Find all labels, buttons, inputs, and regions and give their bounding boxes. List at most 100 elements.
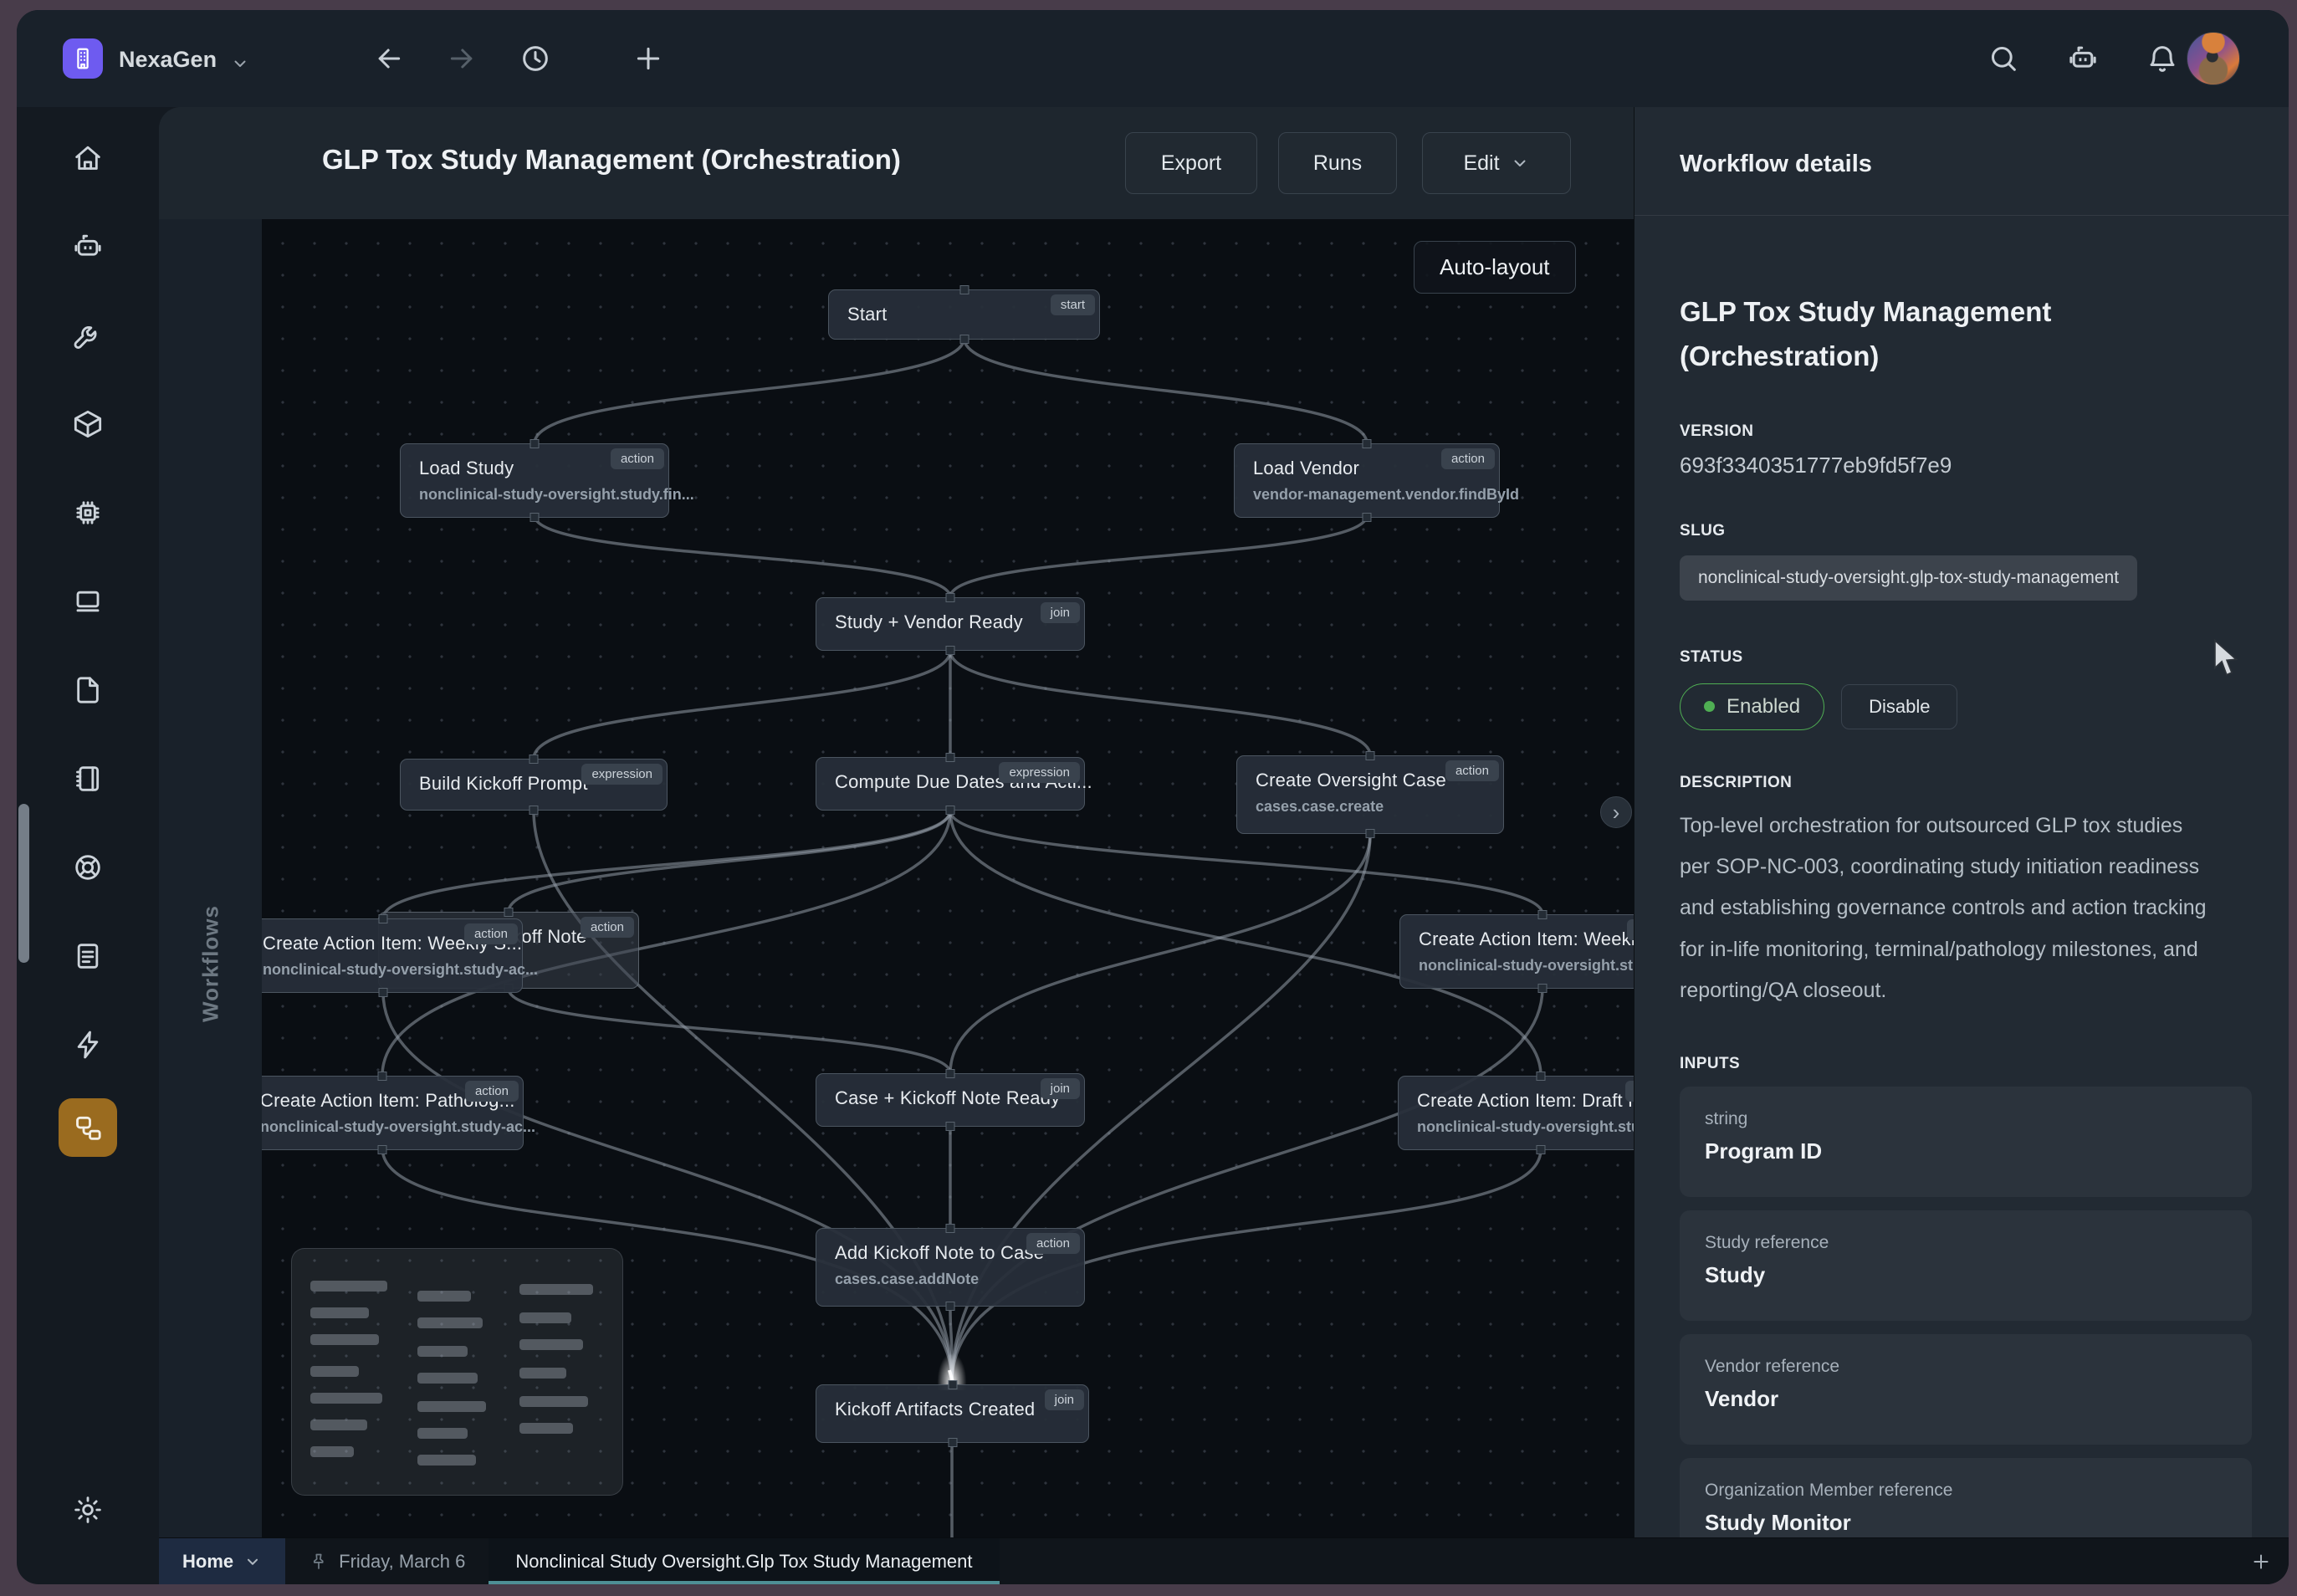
sidebar-item-settings[interactable] <box>59 1481 117 1539</box>
node-handle[interactable] <box>529 755 539 764</box>
chevron-down-icon[interactable] <box>230 54 250 74</box>
node-title: Create Action Item: Weekly S... <box>1419 928 1634 950</box>
sidebar-item-files[interactable] <box>59 661 117 719</box>
tab-active-workflow[interactable]: Nonclinical Study Oversight.Glp Tox Stud… <box>489 1538 999 1584</box>
node-handle[interactable] <box>946 1069 955 1078</box>
node-type-badge: action <box>581 917 634 938</box>
node-handle[interactable] <box>946 646 955 655</box>
node-handle[interactable] <box>948 1438 957 1447</box>
sidebar-item-compute[interactable] <box>59 483 117 542</box>
org-logo-icon[interactable] <box>63 38 103 79</box>
node-handle[interactable] <box>504 908 514 917</box>
workflow-node-create-case[interactable]: Create Oversight Casecases.case.createac… <box>1236 755 1504 834</box>
skeleton-bar <box>519 1423 573 1434</box>
sidebar-item-packages[interactable] <box>59 395 117 453</box>
workflow-node-load-study[interactable]: Load Studynonclinical-study-oversight.st… <box>400 443 669 518</box>
chevron-down-icon <box>243 1553 262 1571</box>
tab-home[interactable]: Home <box>159 1538 285 1584</box>
node-type-badge: action <box>1445 760 1499 781</box>
edit-button[interactable]: Edit <box>1422 132 1571 194</box>
node-handle[interactable] <box>1537 1145 1546 1154</box>
node-handle[interactable] <box>946 753 955 762</box>
node-handle[interactable] <box>379 988 388 997</box>
workflow-node-build-kickoff[interactable]: Build Kickoff Promptexpression <box>400 759 668 811</box>
app-window: NexaGen <box>17 10 2289 1584</box>
org-switcher[interactable]: NexaGen <box>119 47 217 73</box>
node-handle[interactable] <box>948 1380 957 1389</box>
workflow-node-join-case[interactable]: Case + Kickoff Note Readyjoin <box>816 1073 1085 1127</box>
workflow-node-join-ready[interactable]: Study + Vendor Readyjoin <box>816 597 1085 651</box>
sidebar <box>17 107 159 1537</box>
workflow-node-weekly-right[interactable]: Create Action Item: Weekly S... nonclinic… <box>1399 914 1634 989</box>
node-handle[interactable] <box>1366 829 1375 838</box>
sidebar-item-documents[interactable] <box>59 927 117 985</box>
node-handle[interactable] <box>946 1224 955 1233</box>
sidebar-item-automations[interactable] <box>59 1015 117 1074</box>
node-subtitle: nonclinical-study-oversight.study-ac... <box>1419 957 1634 974</box>
node-handle[interactable] <box>1363 439 1372 448</box>
node-handle[interactable] <box>1366 751 1375 760</box>
sidebar-scrollbar[interactable] <box>18 804 29 963</box>
doc-icon <box>71 939 105 973</box>
sidebar-item-support[interactable] <box>59 838 117 897</box>
new-tab-icon[interactable] <box>2250 1538 2272 1584</box>
node-handle[interactable] <box>946 1122 955 1131</box>
node-handle[interactable] <box>378 1072 387 1081</box>
new-tab-icon[interactable] <box>632 42 665 75</box>
collapse-panel-button[interactable]: › <box>1600 796 1632 828</box>
input-card-3[interactable]: Organization Member reference Study Moni… <box>1680 1458 2252 1537</box>
sidebar-item-tools[interactable] <box>59 306 117 365</box>
node-handle[interactable] <box>946 1302 955 1311</box>
node-handle[interactable] <box>378 1145 387 1154</box>
input-card-1[interactable]: Study reference Study <box>1680 1210 2252 1321</box>
node-handle[interactable] <box>379 914 388 923</box>
skeleton-bar <box>310 1307 369 1318</box>
forward-icon[interactable] <box>445 42 478 75</box>
workflow-node-load-vendor[interactable]: Load Vendorvendor-management.vendor.find… <box>1234 443 1500 518</box>
workflow-node-start[interactable]: Startstart <box>828 289 1100 340</box>
tab-pinned-date[interactable]: Friday, March 6 <box>285 1538 489 1584</box>
node-handle[interactable] <box>1363 513 1372 522</box>
slug-value[interactable]: nonclinical-study-oversight.glp-tox-stud… <box>1680 555 2137 601</box>
home-icon <box>71 141 105 175</box>
skeleton-bar <box>519 1368 566 1379</box>
node-handle[interactable] <box>1538 984 1548 993</box>
sidebar-item-home[interactable] <box>59 129 117 187</box>
workflow-canvas[interactable]: Kickoff NoteactionStartstartLoad Studyno… <box>262 219 1634 1537</box>
status-dot-icon <box>1704 701 1715 712</box>
workflow-node-draft-right[interactable]: Create Action Item: Draft Re...nonclinic… <box>1398 1076 1634 1150</box>
back-icon[interactable] <box>372 42 406 75</box>
sidebar-item-workflows[interactable] <box>59 1098 117 1157</box>
zap-icon <box>71 1028 105 1061</box>
runs-button[interactable]: Runs <box>1278 132 1397 194</box>
sidebar-item-assistant[interactable] <box>59 217 117 276</box>
disable-button[interactable]: Disable <box>1841 684 1957 729</box>
assistant-icon[interactable] <box>2066 42 2100 75</box>
input-card-0[interactable]: string Program ID <box>1680 1087 2252 1197</box>
workflow-node-patholog-left[interactable]: Create Action Item: Patholog...nonclinic… <box>262 1076 524 1150</box>
workflow-node-add-note[interactable]: Add Kickoff Note to Casecases.case.addNo… <box>816 1228 1085 1307</box>
node-handle[interactable] <box>1537 1072 1546 1081</box>
notifications-icon[interactable] <box>2146 42 2179 75</box>
input-card-2[interactable]: Vendor reference Vendor <box>1680 1334 2252 1445</box>
workflow-node-join-artifacts[interactable]: Kickoff Artifacts Createdjoin <box>816 1384 1089 1443</box>
node-handle[interactable] <box>946 593 955 602</box>
node-handle[interactable] <box>529 806 539 815</box>
node-handle[interactable] <box>959 285 969 294</box>
export-button[interactable]: Export <box>1125 132 1257 194</box>
search-icon[interactable] <box>1987 42 2020 75</box>
node-handle[interactable] <box>946 806 955 815</box>
workflow-node-compute-due[interactable]: Compute Due Dates and Acti...expression <box>816 757 1085 811</box>
node-handle[interactable] <box>530 439 540 448</box>
workflow-node-weekly-left[interactable]: Create Action Item: Weekly S...nonclinic… <box>262 918 523 993</box>
node-handle[interactable] <box>530 513 540 522</box>
node-subtitle: cases.case.addNote <box>835 1271 1066 1288</box>
rail-label: Workflows <box>197 905 223 1022</box>
avatar[interactable] <box>2187 32 2240 85</box>
sidebar-item-devices[interactable] <box>59 572 117 631</box>
sidebar-item-notebooks[interactable] <box>59 749 117 808</box>
auto-layout-button[interactable]: Auto-layout <box>1414 241 1576 294</box>
history-icon[interactable] <box>519 42 552 75</box>
node-handle[interactable] <box>959 335 969 344</box>
node-handle[interactable] <box>1538 910 1548 919</box>
